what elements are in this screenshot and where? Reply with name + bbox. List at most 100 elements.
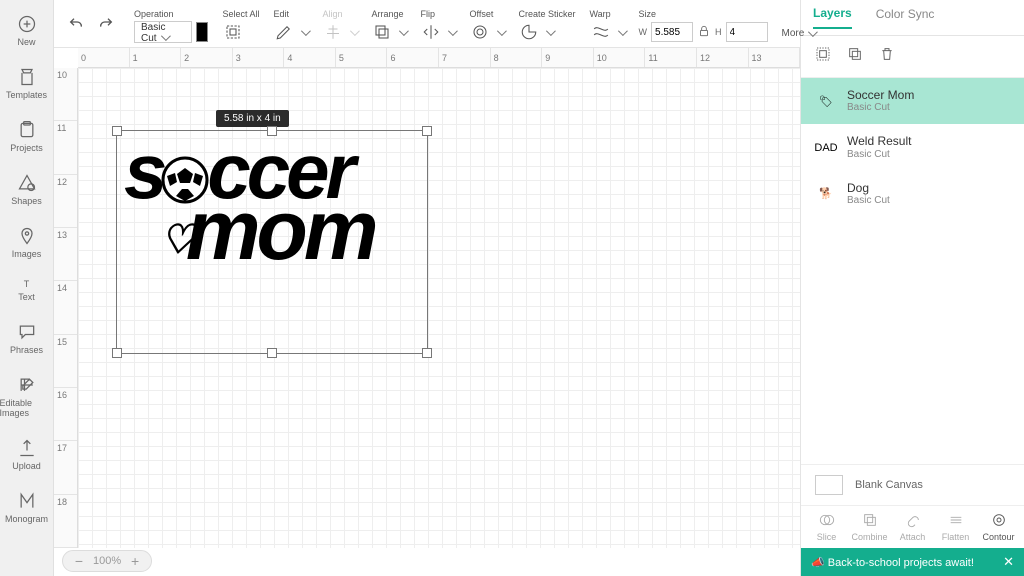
operation-label: Operation <box>134 9 174 19</box>
rail-label: Images <box>12 249 42 259</box>
op-attach: Attach <box>893 512 933 542</box>
flatten-icon <box>948 512 964 530</box>
lock-aspect-button[interactable] <box>697 24 711 40</box>
selectall-group: Select All <box>222 9 259 43</box>
rail-editable-images[interactable]: Editable Images <box>0 371 54 422</box>
combine-icon <box>862 512 878 530</box>
zoom-value: 100% <box>93 555 121 567</box>
layer-subtitle: Basic Cut <box>847 195 890 207</box>
align-group: Align <box>322 9 357 43</box>
rail-monogram[interactable]: Monogram <box>0 487 54 528</box>
handle-ne[interactable] <box>422 126 432 136</box>
left-rail: New Templates Projects Shapes Images T T… <box>0 0 54 576</box>
operation-select[interactable]: Basic Cut <box>134 21 192 43</box>
rail-label: Upload <box>12 461 41 471</box>
color-swatch[interactable] <box>196 22 209 42</box>
edit-button[interactable] <box>273 21 295 43</box>
redo-button[interactable] <box>98 16 114 37</box>
op-contour[interactable]: Contour <box>979 512 1019 542</box>
layer-subtitle: Basic Cut <box>847 102 914 114</box>
promo-close-button[interactable]: ✕ <box>1003 554 1014 570</box>
selectall-label: Select All <box>222 9 259 19</box>
layer-row[interactable]: 🐕 DogBasic Cut <box>801 171 1024 217</box>
delete-icon[interactable] <box>879 46 895 67</box>
layer-ops: SliceCombineAttachFlattenContour <box>801 505 1024 548</box>
align-label: Align <box>322 9 342 19</box>
flip-button[interactable] <box>420 21 442 43</box>
right-panel: Layers Color Sync 🏷Soccer MomBasic CutDA… <box>800 0 1024 576</box>
edit-group: Edit <box>273 9 308 43</box>
rail-text[interactable]: T Text <box>0 275 54 306</box>
layers-list: 🏷Soccer MomBasic CutDADWeld ResultBasic … <box>801 78 1024 464</box>
sticker-label: Create Sticker <box>518 9 575 19</box>
rail-projects[interactable]: Projects <box>0 116 54 157</box>
canvas-color-swatch[interactable] <box>815 475 843 495</box>
rail-shapes[interactable]: Shapes <box>0 169 54 210</box>
op-flatten: Flatten <box>936 512 976 542</box>
op-slice: Slice <box>807 512 847 542</box>
more-menu[interactable]: More <box>782 28 816 43</box>
flip-label: Flip <box>420 9 435 19</box>
flip-group: Flip <box>420 9 455 43</box>
tab-layers[interactable]: Layers <box>813 6 852 29</box>
h-label: H <box>715 27 722 37</box>
rail-label: Templates <box>6 90 47 100</box>
top-toolbar: Operation Basic Cut Select All Edit Alig… <box>54 0 800 48</box>
group-icon[interactable] <box>815 46 831 67</box>
handle-sw[interactable] <box>112 348 122 358</box>
layer-row[interactable]: 🏷Soccer MomBasic Cut <box>801 78 1024 124</box>
offset-button[interactable] <box>469 21 491 43</box>
edit-label: Edit <box>273 9 289 19</box>
sticker-group: Create Sticker <box>518 9 575 43</box>
arrange-label: Arrange <box>371 9 403 19</box>
rail-templates[interactable]: Templates <box>0 63 54 104</box>
warp-button[interactable] <box>590 21 612 43</box>
rail-upload[interactable]: Upload <box>0 434 54 475</box>
zoom-in-button[interactable]: + <box>127 553 143 569</box>
rail-label: Phrases <box>10 345 43 355</box>
dimension-tag: 5.58 in x 4 in <box>216 110 289 127</box>
width-input[interactable] <box>651 22 693 42</box>
handle-se[interactable] <box>422 348 432 358</box>
handle-s[interactable] <box>267 348 277 358</box>
undo-button[interactable] <box>68 16 84 37</box>
rail-label: Projects <box>10 143 43 153</box>
artwork-soccer-mom[interactable]: sccer ♡mom <box>124 140 375 268</box>
duplicate-icon[interactable] <box>847 46 863 67</box>
promo-text: Back-to-school projects await! <box>828 557 974 569</box>
height-input[interactable] <box>726 22 768 42</box>
w-label: W <box>639 27 648 37</box>
align-button <box>322 21 344 43</box>
attach-icon <box>905 512 921 530</box>
layer-subtitle: Basic Cut <box>847 149 911 161</box>
canvas[interactable]: 012345678910111213 101112131415161718 5.… <box>54 48 800 576</box>
offset-group: Offset <box>469 9 504 43</box>
layer-name: Dog <box>847 181 890 195</box>
layer-row[interactable]: DAD Weld ResultBasic Cut <box>801 124 1024 170</box>
blank-canvas-label: Blank Canvas <box>855 479 923 491</box>
select-all-button[interactable] <box>222 21 244 43</box>
handle-nw[interactable] <box>112 126 122 136</box>
rail-new[interactable]: New <box>0 10 54 51</box>
arrange-group: Arrange <box>371 9 406 43</box>
layer-thumb-icon: 🐕 <box>815 186 837 202</box>
layer-thumb-icon: DAD <box>815 140 837 156</box>
offset-label: Offset <box>469 9 493 19</box>
main-column: Operation Basic Cut Select All Edit Alig… <box>54 0 800 576</box>
rail-phrases[interactable]: Phrases <box>0 318 54 359</box>
size-group: Size W H <box>639 9 768 43</box>
canvas-color-row[interactable]: Blank Canvas <box>801 464 1024 505</box>
warp-label: Warp <box>590 9 611 19</box>
layer-name: Weld Result <box>847 134 911 148</box>
ruler-horizontal: 012345678910111213 <box>78 48 800 68</box>
contour-icon <box>991 512 1007 530</box>
soccer-ball-icon <box>161 146 209 194</box>
promo-banner[interactable]: 📣 Back-to-school projects await! ✕ <box>801 548 1024 576</box>
create-sticker-button[interactable] <box>518 21 540 43</box>
arrange-button[interactable] <box>371 21 393 43</box>
size-label: Size <box>639 9 657 19</box>
zoom-control: − 100% + <box>62 550 152 572</box>
tab-color-sync[interactable]: Color Sync <box>876 7 935 28</box>
rail-images[interactable]: Images <box>0 222 54 263</box>
zoom-out-button[interactable]: − <box>71 553 87 569</box>
